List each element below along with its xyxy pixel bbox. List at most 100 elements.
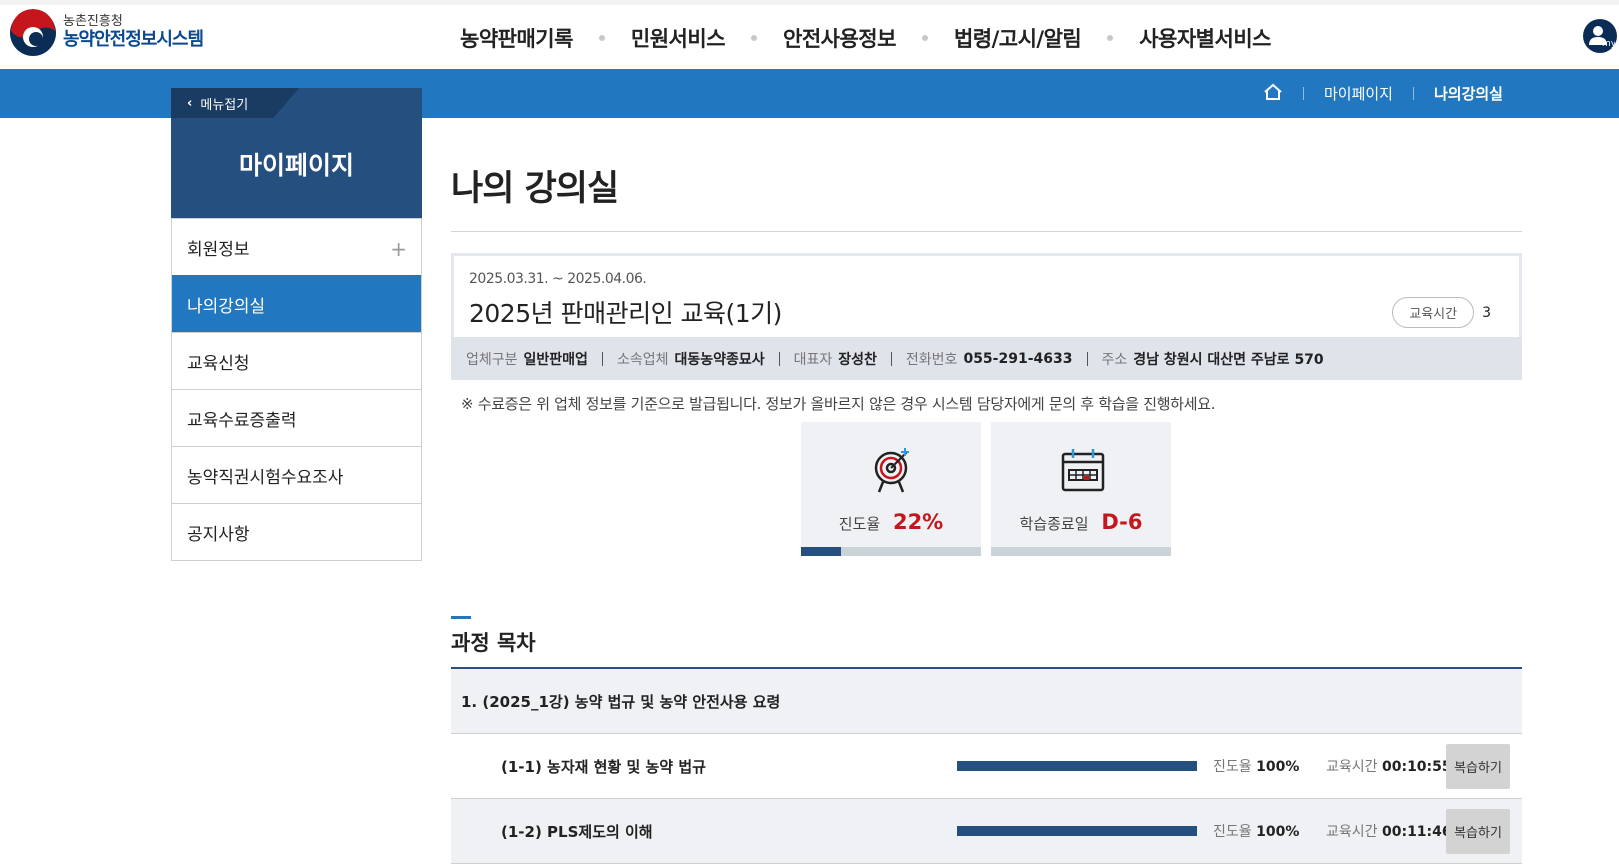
info-divider: [778, 351, 780, 366]
sidebar-item-notices[interactable]: 공지사항: [172, 503, 421, 560]
breadcrumb-divider: [1412, 87, 1414, 100]
title-divider: [451, 231, 1522, 232]
certificate-notice: ※ 수료증은 위 업체 정보를 기준으로 발급됩니다. 정보가 올바르지 않은 …: [461, 395, 1216, 413]
lesson-progress-bar: [957, 826, 1197, 836]
nav-divider: [1107, 35, 1114, 41]
end-date-value: D-6: [1101, 510, 1143, 534]
lesson-rate-label: 진도율: [1213, 759, 1252, 775]
info-label: 소속업체: [616, 351, 669, 368]
nav-item-sales-records[interactable]: 농약판매기록: [460, 23, 573, 53]
nav-item-safety-info[interactable]: 안전사용정보: [783, 23, 896, 53]
sidebar-item-label: 나의강의실: [187, 296, 266, 317]
info-label: 주소: [1101, 351, 1128, 368]
lesson-time-value: 00:10:55: [1381, 759, 1452, 775]
chevron-left-icon: ‹: [187, 95, 193, 111]
top-header: 농촌진흥청 농약안전정보시스템 농약판매기록 민원서비스 안전사용정보 법령/고…: [0, 0, 1619, 69]
course-name: 2025년 판매관리인 교육(1기): [469, 299, 782, 328]
nav-item-user-services[interactable]: 사용자별서비스: [1139, 23, 1271, 53]
info-divider: [601, 351, 603, 366]
breadcrumb-current[interactable]: 나의강의실: [1434, 83, 1503, 104]
progress-rate-bar: [801, 547, 981, 556]
menu-fold-button[interactable]: ‹ 메뉴접기: [171, 88, 299, 118]
end-date-bar: [991, 547, 1171, 556]
end-date-box: 학습종료일 D-6: [991, 422, 1171, 556]
sidebar-item-label: 공지사항: [187, 524, 250, 545]
site-logo[interactable]: 농촌진흥청 농약안전정보시스템: [9, 9, 204, 57]
info-divider: [1086, 351, 1088, 366]
sidebar-item-exam-survey[interactable]: 농약직권시험수요조사: [172, 446, 421, 503]
calendar-icon: [1061, 449, 1105, 492]
lesson-rate-value: 100%: [1256, 824, 1300, 840]
sidebar-menu: 회원정보 + 나의강의실 교육신청 교육수료증출력 농약직권시험수요조사 공지사…: [171, 218, 422, 561]
sidebar-item-label: 회원정보: [187, 239, 250, 260]
nav-divider: [921, 35, 928, 41]
sidebar-item-edu-apply[interactable]: 교육신청: [172, 332, 421, 389]
lesson-row: (1-1) 농자재 현황 및 농약 법규 진도율 100% 교육시간 00:10…: [451, 734, 1522, 799]
global-nav: 농약판매기록 민원서비스 안전사용정보 법령/고시/알림 사용자별서비스: [460, 23, 1271, 53]
info-label: 전화번호: [905, 351, 958, 368]
progress-rate-value: 22%: [892, 510, 944, 534]
sidebar-item-label: 농약직권시험수요조사: [187, 467, 344, 488]
lesson-time-value: 00:11:46: [1381, 824, 1452, 840]
edu-time: 교육시간 3: [1392, 297, 1491, 328]
logo-subtitle: 농촌진흥청: [63, 14, 123, 30]
sidebar-item-certificate-print[interactable]: 교육수료증출력: [172, 389, 421, 446]
company-info-bar: 업체구분 일반판매업 소속업체 대동농약종묘사 대표자 장성찬 전화번호 055…: [451, 337, 1522, 380]
course-card: 2025.03.31. ~ 2025.04.06. 2025년 판매관리인 교육…: [451, 253, 1522, 380]
info-value: 경남 창원시 대산면 주남로 570: [1133, 351, 1324, 368]
sidebar-item-label: 교육신청: [187, 353, 250, 374]
info-divider: [890, 351, 892, 366]
nav-item-civil-service[interactable]: 민원서비스: [631, 23, 726, 53]
home-icon[interactable]: [1263, 83, 1283, 105]
sidebar-header: ‹ 메뉴접기 마이페이지: [171, 88, 422, 218]
logo-title: 농약안전정보시스템: [63, 29, 204, 51]
breadcrumb-divider: [1302, 87, 1304, 100]
user-icon: my: [1589, 26, 1615, 49]
target-icon: [874, 448, 909, 493]
plus-icon[interactable]: +: [390, 237, 407, 261]
lesson-name: (1-2) PLS제도의 이해: [501, 822, 653, 841]
sidebar-item-my-classroom[interactable]: 나의강의실: [172, 275, 421, 332]
sidebar: ‹ 메뉴접기 마이페이지 회원정보 + 나의강의실 교육신청 교육수료증출력 농…: [171, 88, 422, 561]
sidebar-item-label: 교육수료증출력: [187, 410, 297, 431]
lesson-rate-label: 진도율: [1213, 824, 1252, 840]
chapter-row: 1. (2025_1강) 농약 법규 및 농약 안전사용 요령: [451, 669, 1522, 734]
course-period: 2025.03.31. ~ 2025.04.06.: [469, 271, 647, 287]
menu-fold-label: 메뉴접기: [200, 97, 249, 113]
edu-time-value: 3: [1482, 304, 1491, 321]
course-toc: 과정 목차 1. (2025_1강) 농약 법규 및 농약 안전사용 요령 (1…: [451, 616, 1522, 864]
progress-stats: 진도율 22% 학습종료일 D-6: [801, 422, 1171, 556]
lesson-row: (1-2) PLS제도의 이해 진도율 100% 교육시간 00:11:46 복…: [451, 799, 1522, 864]
main-content: 나의 강의실 2025.03.31. ~ 2025.04.06. 2025년 판…: [451, 118, 1522, 864]
toc-accent: [451, 616, 471, 619]
lesson-time-label: 교육시간: [1326, 759, 1378, 775]
nav-divider: [598, 35, 605, 41]
lesson-time-label: 교육시간: [1326, 824, 1378, 840]
progress-rate-box: 진도율 22%: [801, 422, 981, 556]
info-label: 업체구분: [466, 351, 518, 368]
page-title: 나의 강의실: [451, 169, 619, 209]
lesson-rate-value: 100%: [1256, 759, 1300, 775]
edu-time-badge: 교육시간: [1392, 297, 1475, 328]
review-button[interactable]: 복습하기: [1446, 744, 1510, 789]
info-value: 055-291-4633: [963, 350, 1073, 367]
progress-rate-label: 진도율: [838, 515, 881, 533]
sidebar-item-member-info[interactable]: 회원정보 +: [172, 218, 421, 275]
breadcrumb: 마이페이지 나의강의실: [1263, 69, 1503, 118]
government-emblem-icon: [9, 9, 57, 57]
info-value: 일반판매업: [523, 351, 588, 368]
info-label: 대표자: [793, 351, 833, 368]
my-account-button[interactable]: my: [1583, 19, 1617, 53]
lesson-progress-fill: [957, 761, 1197, 771]
lesson-progress-fill: [957, 826, 1197, 836]
breadcrumb-mypage[interactable]: 마이페이지: [1324, 83, 1393, 104]
lesson-name: (1-1) 농자재 현황 및 농약 법규: [501, 757, 706, 776]
info-value: 대동농약종묘사: [674, 351, 765, 368]
svg-text:my: my: [1602, 39, 1615, 49]
info-value: 장성찬: [838, 351, 877, 368]
toc-title: 과정 목차: [451, 631, 536, 655]
nav-item-laws-notices[interactable]: 법령/고시/알림: [954, 23, 1082, 53]
nav-divider: [751, 35, 758, 41]
review-button[interactable]: 복습하기: [1446, 809, 1510, 854]
lesson-progress-bar: [957, 761, 1197, 771]
